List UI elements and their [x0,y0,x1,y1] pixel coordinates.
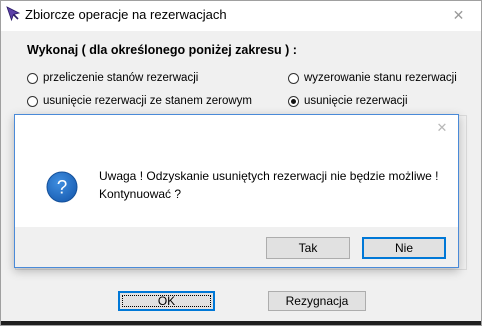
radio-wyzerowanie[interactable]: wyzerowanie stanu rezerwacji [288,70,457,86]
radio-label: wyzerowanie stanu rezerwacji [304,72,457,84]
window-title: Zbiorcze operacje na rezerwacjach [25,7,227,22]
svg-text:?: ? [57,178,68,199]
close-icon: ✕ [436,120,448,135]
dialog-message-line-1: Uwaga ! Odzyskanie usuniętych rezerwacji… [99,169,439,183]
confirmation-dialog: ✕ ? Uwaga ! Odzyskanie usuniętych rezerw… [14,114,459,268]
cancel-button-label: Rezygnacja [285,294,349,308]
background-strip [1,321,481,325]
title-bar[interactable]: Zbiorcze operacje na rezerwacjach ✕ [1,1,481,31]
yes-button[interactable]: Tak [266,237,350,259]
ok-button-label: OK [157,294,176,308]
dialog-close-button[interactable]: ✕ [433,119,451,137]
close-icon: ✕ [452,7,465,23]
ok-button[interactable]: OK [118,291,215,311]
dialog-button-bar: Tak Nie [15,227,458,267]
cancel-button[interactable]: Rezygnacja [268,291,366,311]
question-icon: ? [46,171,78,203]
radio-label: przeliczenie stanów rezerwacji [43,72,199,84]
section-heading: Wykonaj ( dla określonego poniżej zakres… [27,43,297,57]
dialog-message-line-2: Kontynuować ? [99,187,182,201]
radio-usuniecie-zerowe[interactable]: usunięcie rezerwacji ze stanem zerowym [27,93,252,109]
radio-button[interactable] [27,72,38,84]
radio-label: usunięcie rezerwacji ze stanem zerowym [43,95,252,107]
purple-cursor-icon [6,6,21,22]
radio-button-selected[interactable] [288,95,299,107]
radio-button[interactable] [27,95,38,107]
no-button[interactable]: Nie [362,237,446,259]
radio-button[interactable] [288,72,299,84]
radio-label: usunięcie rezerwacji [304,95,408,107]
yes-button-label: Tak [298,241,318,255]
no-button-label: Nie [394,241,413,255]
main-window: Zbiorcze operacje na rezerwacjach ✕ Wyko… [0,0,482,326]
radio-przeliczenie[interactable]: przeliczenie stanów rezerwacji [27,70,198,86]
radio-usuniecie[interactable]: usunięcie rezerwacji [288,93,408,109]
window-close-button[interactable]: ✕ [436,3,481,27]
